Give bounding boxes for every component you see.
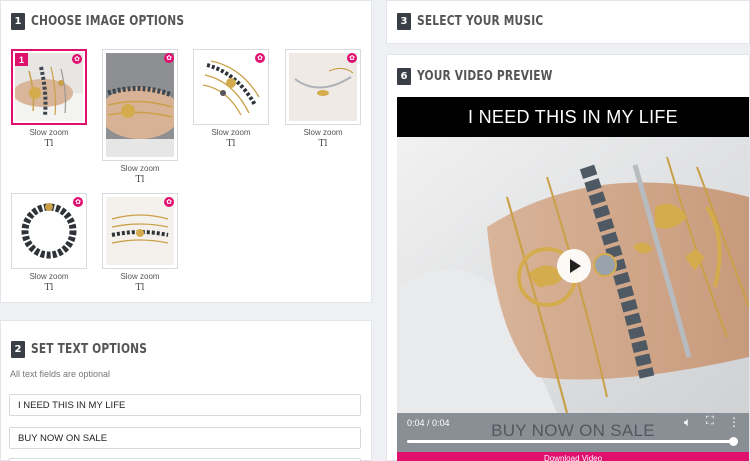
- video-player[interactable]: I NEED THIS IN MY LIFE BUY NOW ON SALE 0…: [397, 97, 749, 461]
- optional-hint: All text fields are optional: [10, 369, 111, 379]
- image-option-frame[interactable]: ✿: [102, 193, 178, 269]
- text-icon[interactable]: Tl: [11, 139, 87, 149]
- time-display: 0:04 / 0:04: [407, 418, 450, 428]
- image-option-2[interactable]: ✿ Slow zoom Tl: [102, 49, 178, 185]
- bracelet-image: [15, 197, 83, 265]
- animation-label: Slow zoom: [29, 272, 69, 281]
- image-options-panel: 1 CHOOSE IMAGE OPTIONS 1 ✿ Slow zoom Tl …: [0, 0, 372, 303]
- image-options-header: 1 CHOOSE IMAGE OPTIONS: [11, 13, 218, 30]
- order-badge: 1: [15, 53, 28, 66]
- preview-header: 6 YOUR VIDEO PREVIEW: [397, 68, 582, 85]
- gear-icon[interactable]: ✿: [255, 53, 265, 63]
- text-options-panel: 2 SET TEXT OPTIONS All text fields are o…: [0, 320, 372, 461]
- animation-label: Slow zoom: [29, 128, 69, 137]
- progress-bar[interactable]: [407, 437, 738, 446]
- video-controls: 0:04 / 0:04 🔈︎ ⛶ ⋮: [397, 413, 749, 451]
- image-option-frame[interactable]: ✿: [285, 49, 361, 125]
- more-icon[interactable]: ⋮: [728, 415, 740, 429]
- image-option-6[interactable]: ✿ Slow zoom Tl: [102, 193, 178, 293]
- gear-icon[interactable]: ✿: [72, 54, 82, 64]
- video-top-caption: I NEED THIS IN MY LIFE: [397, 97, 749, 137]
- animation-label: Slow zoom: [303, 128, 343, 137]
- image-option-3[interactable]: ✿ Slow zoom Tl: [193, 49, 269, 149]
- text-icon[interactable]: Tl: [102, 283, 178, 293]
- step-badge: 1: [11, 13, 25, 30]
- text-icon[interactable]: Tl: [11, 283, 87, 293]
- animation-label: Slow zoom: [211, 128, 251, 137]
- section-title: SET TEXT OPTIONS: [31, 342, 148, 357]
- music-panel: 3 SELECT YOUR MUSIC: [386, 0, 750, 44]
- gear-icon[interactable]: ✿: [164, 53, 174, 63]
- step-badge: 3: [397, 13, 411, 30]
- bracelet-image: [106, 53, 174, 157]
- image-option-frame[interactable]: ✿: [102, 49, 178, 161]
- text-icon[interactable]: Tl: [285, 139, 361, 149]
- music-header: 3 SELECT YOUR MUSIC: [397, 13, 571, 30]
- volume-icon[interactable]: 🔈︎: [684, 415, 691, 430]
- image-option-1[interactable]: 1 ✿ Slow zoom Tl: [11, 49, 87, 149]
- text-icon[interactable]: Tl: [102, 175, 178, 185]
- animation-label: Slow zoom: [120, 164, 160, 173]
- top-text-field[interactable]: I NEED THIS IN MY LIFE: [9, 394, 361, 416]
- section-title: YOUR VIDEO PREVIEW: [417, 69, 553, 84]
- text-icon[interactable]: Tl: [193, 139, 269, 149]
- download-video-button[interactable]: Download Video: [397, 452, 749, 461]
- section-title: CHOOSE IMAGE OPTIONS: [31, 14, 185, 29]
- bracelet-image: [289, 53, 357, 121]
- image-option-5[interactable]: ✿ Slow zoom Tl: [11, 193, 87, 293]
- step-badge: 6: [397, 68, 411, 85]
- play-icon[interactable]: [557, 249, 591, 283]
- gear-icon[interactable]: ✿: [73, 197, 83, 207]
- gear-icon[interactable]: ✿: [164, 197, 174, 207]
- bracelet-image: [197, 53, 265, 121]
- bracelet-image: [106, 197, 174, 265]
- section-title: SELECT YOUR MUSIC: [417, 14, 544, 29]
- image-option-frame[interactable]: 1 ✿: [11, 49, 87, 125]
- image-option-frame[interactable]: ✿: [11, 193, 87, 269]
- video-frame[interactable]: [397, 137, 749, 413]
- image-option-frame[interactable]: ✿: [193, 49, 269, 125]
- gear-icon[interactable]: ✿: [347, 53, 357, 63]
- top-caption-text: I NEED THIS IN MY LIFE: [468, 106, 678, 127]
- step-badge: 2: [11, 341, 25, 358]
- animation-label: Slow zoom: [120, 272, 160, 281]
- progress-handle[interactable]: [729, 437, 738, 446]
- image-option-4[interactable]: ✿ Slow zoom Tl: [285, 49, 361, 149]
- text-options-header: 2 SET TEXT OPTIONS: [11, 341, 173, 358]
- fullscreen-icon[interactable]: ⛶: [706, 415, 714, 428]
- bottom-text-field[interactable]: BUY NOW ON SALE: [9, 427, 361, 449]
